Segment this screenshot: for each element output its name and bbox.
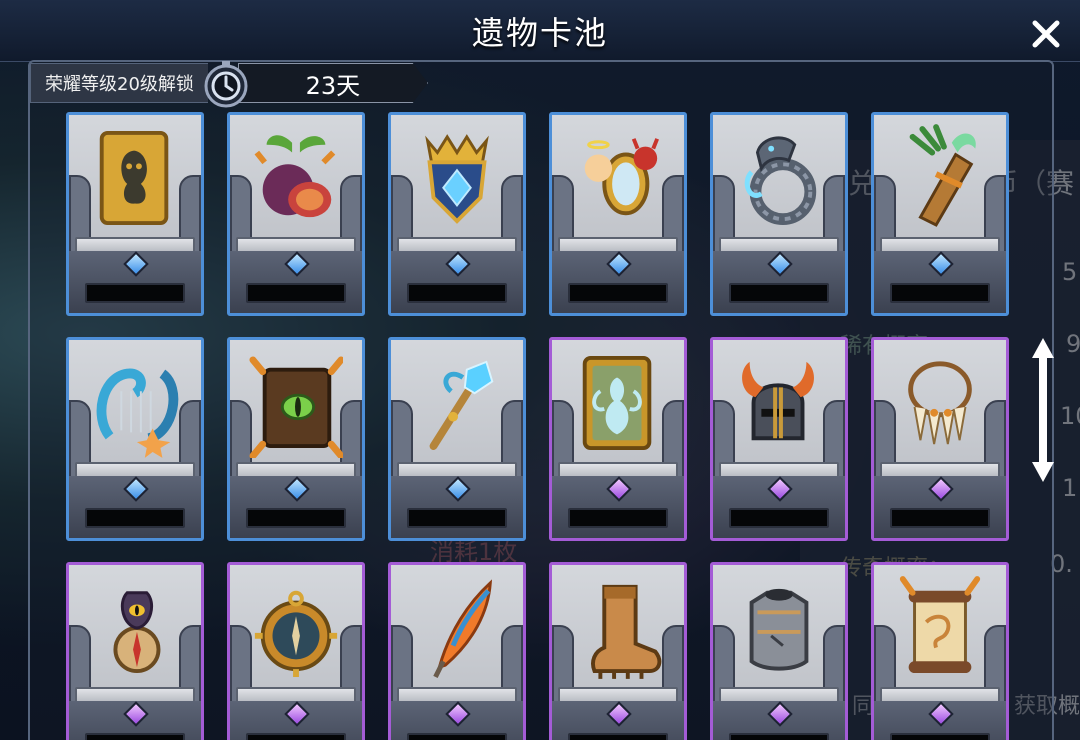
phoenix-feather-icon (433, 579, 493, 679)
relic-card[interactable] (710, 337, 848, 541)
angel-devil-mirror-icon (584, 138, 659, 216)
vertical-scroll-arrow-icon[interactable] (1030, 336, 1056, 484)
relic-card[interactable] (549, 562, 687, 740)
horned-helmet-icon (742, 361, 814, 441)
card-name-bar (568, 508, 668, 528)
unlock-timer-bar: 荣耀等级20级解锁 23天 (30, 61, 428, 108)
card-name-bar (407, 733, 507, 740)
relic-card[interactable] (227, 112, 365, 316)
relic-card[interactable] (388, 337, 526, 541)
card-name-bar (246, 733, 346, 740)
spirit-tarot-card-icon (582, 356, 652, 450)
relic-card[interactable] (227, 562, 365, 740)
iron-breastplate-icon (749, 588, 809, 671)
herb-quiver-icon (909, 124, 976, 227)
dialog-title-bar: 遗物卡池 (0, 0, 1080, 62)
relic-card[interactable] (66, 562, 204, 740)
eye-tome-icon (249, 356, 343, 458)
relic-card[interactable] (710, 112, 848, 316)
unlock-label: 荣耀等级20级解锁 (30, 63, 208, 103)
close-button[interactable] (1022, 12, 1070, 56)
card-name-bar (890, 283, 990, 303)
relic-card[interactable] (871, 337, 1009, 541)
card-name-bar (568, 733, 668, 740)
ice-serpent-ring-icon (744, 136, 817, 225)
relic-card[interactable] (388, 112, 526, 316)
card-name-bar (407, 283, 507, 303)
card-name-bar (85, 733, 185, 740)
relic-card[interactable] (710, 562, 848, 740)
ghost-value-2: 9 (1066, 330, 1080, 358)
relic-card[interactable] (388, 562, 526, 740)
eye-compass-icon (113, 591, 161, 674)
relic-card[interactable] (871, 562, 1009, 740)
timer-value-box: 23天 (237, 63, 428, 103)
card-name-bar (246, 283, 346, 303)
sapphire-crown-shield-icon (425, 134, 489, 224)
card-name-bar (729, 508, 829, 528)
card-name-bar (890, 733, 990, 740)
fig-fruit-icon (254, 135, 336, 218)
leather-boot-icon (591, 584, 662, 679)
ghost-value-3: 10 (1060, 402, 1080, 430)
card-name-bar (85, 508, 185, 528)
spiked-compass-icon (254, 590, 338, 677)
timer-value: 23天 (305, 71, 361, 100)
ghost-value-4: 1 (1062, 474, 1078, 502)
close-icon (1032, 20, 1060, 48)
relic-card[interactable] (66, 112, 204, 316)
card-name-bar (85, 283, 185, 303)
card-name-bar (568, 283, 668, 303)
relic-card[interactable] (549, 112, 687, 316)
fang-necklace-icon (908, 361, 972, 445)
card-name-bar (246, 508, 346, 528)
card-name-bar (729, 733, 829, 740)
relic-card[interactable] (66, 337, 204, 541)
card-name-bar (729, 283, 829, 303)
ghost-value-1: 5 (1062, 258, 1078, 286)
dialog-title: 遗物卡池 (471, 14, 608, 52)
dragon-scroll-icon (899, 576, 981, 674)
crystal-staff-icon (429, 360, 494, 451)
card-name-bar (890, 508, 990, 528)
relic-card[interactable] (227, 337, 365, 541)
sea-lyre-icon (96, 368, 179, 458)
ghost-tarot-card-icon (99, 131, 169, 225)
relic-card[interactable] (549, 337, 687, 541)
stopwatch-icon (200, 58, 252, 110)
relic-card[interactable] (871, 112, 1009, 316)
card-name-bar (407, 508, 507, 528)
